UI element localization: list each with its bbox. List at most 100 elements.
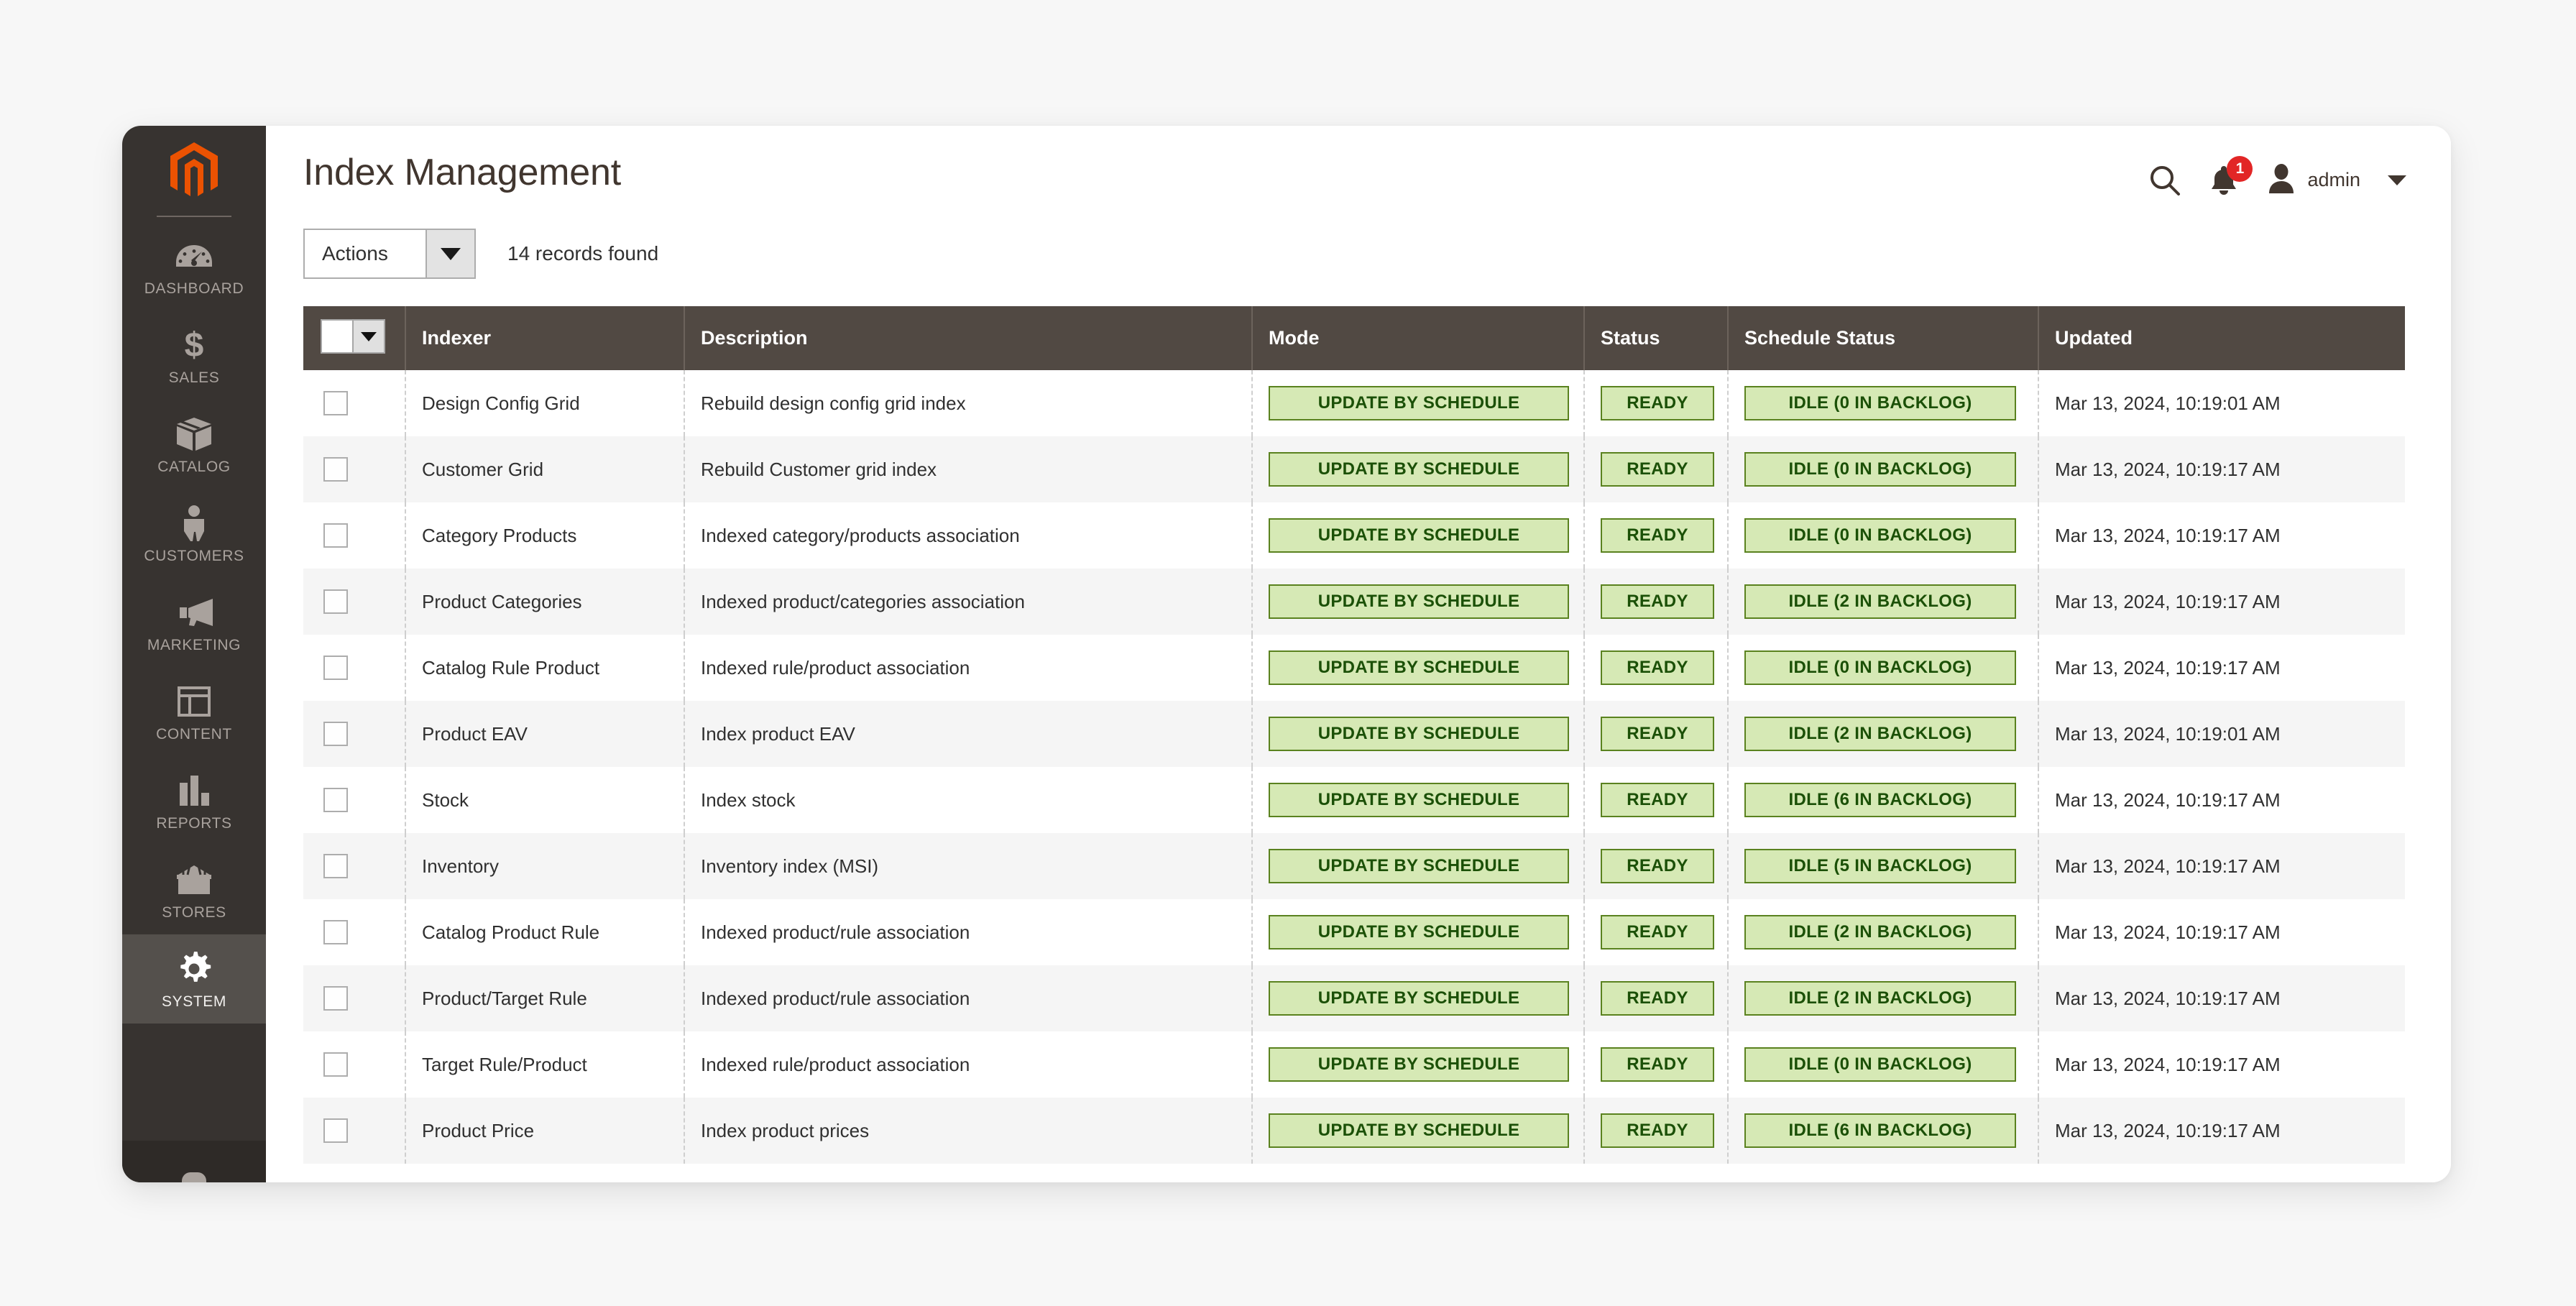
sidebar-item-customers[interactable]: CUSTOMERS bbox=[122, 489, 266, 578]
actions-dropdown[interactable]: Actions bbox=[303, 229, 476, 279]
mode-badge[interactable]: UPDATE BY SCHEDULE bbox=[1269, 717, 1569, 751]
status-badge[interactable]: READY bbox=[1601, 584, 1714, 619]
table-row[interactable]: Inventory Inventory index (MSI) UPDATE BY … bbox=[303, 833, 2405, 899]
mode-badge[interactable]: UPDATE BY SCHEDULE bbox=[1269, 518, 1569, 553]
select-all-group[interactable] bbox=[321, 319, 385, 354]
notification-count-badge: 1 bbox=[2227, 155, 2253, 182]
row-checkbox[interactable] bbox=[323, 1052, 348, 1077]
mode-badge[interactable]: UPDATE BY SCHEDULE bbox=[1269, 452, 1569, 487]
schedule-status-cell: IDLE (6 IN BACKLOG) bbox=[1728, 767, 2039, 833]
search-icon bbox=[2149, 165, 2181, 196]
mode-badge[interactable]: UPDATE BY SCHEDULE bbox=[1269, 1113, 1569, 1148]
row-checkbox[interactable] bbox=[323, 1118, 348, 1143]
column-header-status[interactable]: Status bbox=[1584, 306, 1729, 370]
cell-description: Indexed rule/product association bbox=[684, 635, 1253, 701]
cell-indexer: Product Categories bbox=[405, 569, 685, 635]
schedule-status-badge[interactable]: IDLE (0 IN BACKLOG) bbox=[1744, 1047, 2016, 1082]
records-found-label: 14 records found bbox=[507, 242, 659, 265]
schedule-status-cell: IDLE (0 IN BACKLOG) bbox=[1728, 635, 2039, 701]
status-badge[interactable]: READY bbox=[1601, 452, 1714, 487]
search-button[interactable] bbox=[2149, 165, 2181, 196]
schedule-status-badge[interactable]: IDLE (2 IN BACKLOG) bbox=[1744, 584, 2016, 619]
schedule-status-badge[interactable]: IDLE (0 IN BACKLOG) bbox=[1744, 518, 2016, 553]
mode-badge[interactable]: UPDATE BY SCHEDULE bbox=[1269, 981, 1569, 1016]
sidebar-item-content[interactable]: CONTENT bbox=[122, 667, 266, 756]
schedule-status-badge[interactable]: IDLE (0 IN BACKLOG) bbox=[1744, 650, 2016, 685]
table-row[interactable]: Catalog Rule Product Indexed rule/product… bbox=[303, 635, 2405, 701]
schedule-status-badge[interactable]: IDLE (6 IN BACKLOG) bbox=[1744, 783, 2016, 817]
column-header-schedule-status[interactable]: Schedule Status bbox=[1728, 306, 2039, 370]
sidebar-item-reports[interactable]: REPORTS bbox=[122, 756, 266, 845]
sidebar-item-catalog[interactable]: CATALOG bbox=[122, 400, 266, 489]
schedule-status-badge[interactable]: IDLE (0 IN BACKLOG) bbox=[1744, 386, 2016, 420]
table-row[interactable]: Design Config Grid Rebuild design config … bbox=[303, 370, 2405, 436]
table-row[interactable]: Stock Index stock UPDATE BY SCHEDULE READY I… bbox=[303, 767, 2405, 833]
schedule-status-badge[interactable]: IDLE (0 IN BACKLOG) bbox=[1744, 452, 2016, 487]
table-row[interactable]: Catalog Product Rule Indexed product/rule… bbox=[303, 899, 2405, 965]
sidebar-item-partial[interactable] bbox=[122, 1141, 266, 1182]
table-row[interactable]: Product Price Index product prices UPDATE … bbox=[303, 1098, 2405, 1164]
cell-description: Indexed product/rule association bbox=[684, 965, 1253, 1031]
column-header-updated[interactable]: Updated bbox=[2038, 306, 2405, 370]
status-badge[interactable]: READY bbox=[1601, 386, 1714, 420]
status-badge[interactable]: READY bbox=[1601, 518, 1714, 553]
admin-menu[interactable]: admin bbox=[2267, 163, 2406, 197]
table-row[interactable]: Product Categories Indexed product/catego… bbox=[303, 569, 2405, 635]
status-cell: READY bbox=[1584, 1031, 1729, 1098]
mode-badge[interactable]: UPDATE BY SCHEDULE bbox=[1269, 386, 1569, 420]
cell-description: Indexed product/rule association bbox=[684, 899, 1253, 965]
column-header-description[interactable]: Description bbox=[684, 306, 1253, 370]
sidebar-item-label: MARKETING bbox=[147, 637, 242, 653]
mode-badge[interactable]: UPDATE BY SCHEDULE bbox=[1269, 849, 1569, 883]
mode-badge[interactable]: UPDATE BY SCHEDULE bbox=[1269, 650, 1569, 685]
status-badge[interactable]: READY bbox=[1601, 717, 1714, 751]
row-checkbox[interactable] bbox=[323, 589, 348, 614]
schedule-status-badge[interactable]: IDLE (2 IN BACKLOG) bbox=[1744, 981, 2016, 1016]
status-badge[interactable]: READY bbox=[1601, 783, 1714, 817]
sidebar-item-sales[interactable]: $ SALES bbox=[122, 311, 266, 400]
user-avatar-icon bbox=[2267, 163, 2296, 197]
select-all-dropdown-toggle[interactable] bbox=[352, 321, 384, 352]
row-checkbox[interactable] bbox=[323, 656, 348, 680]
status-badge[interactable]: READY bbox=[1601, 849, 1714, 883]
status-badge[interactable]: READY bbox=[1601, 650, 1714, 685]
status-badge[interactable]: READY bbox=[1601, 981, 1714, 1016]
select-all-checkbox[interactable] bbox=[322, 321, 352, 352]
table-row[interactable]: Product/Target Rule Indexed product/rule … bbox=[303, 965, 2405, 1031]
row-checkbox[interactable] bbox=[323, 457, 348, 482]
magento-logo[interactable] bbox=[122, 126, 266, 216]
schedule-status-badge[interactable]: IDLE (5 IN BACKLOG) bbox=[1744, 849, 2016, 883]
status-badge[interactable]: READY bbox=[1601, 1047, 1714, 1082]
row-checkbox[interactable] bbox=[323, 986, 348, 1011]
sidebar-item-system[interactable]: SYSTEM bbox=[122, 934, 266, 1024]
notifications-button[interactable]: 1 bbox=[2209, 155, 2253, 196]
schedule-status-badge[interactable]: IDLE (2 IN BACKLOG) bbox=[1744, 717, 2016, 751]
column-header-mode[interactable]: Mode bbox=[1252, 306, 1585, 370]
row-checkbox[interactable] bbox=[323, 722, 348, 746]
mode-badge[interactable]: UPDATE BY SCHEDULE bbox=[1269, 915, 1569, 949]
actions-dropdown-toggle[interactable] bbox=[426, 230, 474, 277]
schedule-status-badge[interactable]: IDLE (6 IN BACKLOG) bbox=[1744, 1113, 2016, 1148]
dollar-icon: $ bbox=[175, 326, 213, 364]
status-badge[interactable]: READY bbox=[1601, 915, 1714, 949]
row-checkbox[interactable] bbox=[323, 391, 348, 415]
table-row[interactable]: Customer Grid Rebuild Customer grid index… bbox=[303, 436, 2405, 502]
mode-cell: UPDATE BY SCHEDULE bbox=[1252, 833, 1585, 899]
table-row[interactable]: Target Rule/Product Indexed rule/product … bbox=[303, 1031, 2405, 1098]
schedule-status-cell: IDLE (2 IN BACKLOG) bbox=[1728, 899, 2039, 965]
column-header-indexer[interactable]: Indexer bbox=[405, 306, 685, 370]
mode-badge[interactable]: UPDATE BY SCHEDULE bbox=[1269, 584, 1569, 619]
table-row[interactable]: Category Products Indexed category/produc… bbox=[303, 502, 2405, 569]
row-checkbox[interactable] bbox=[323, 854, 348, 878]
mode-badge[interactable]: UPDATE BY SCHEDULE bbox=[1269, 1047, 1569, 1082]
sidebar-item-dashboard[interactable]: DASHBOARD bbox=[122, 221, 266, 311]
sidebar-item-stores[interactable]: STORES bbox=[122, 845, 266, 934]
row-checkbox[interactable] bbox=[323, 788, 348, 812]
sidebar-item-marketing[interactable]: MARKETING bbox=[122, 578, 266, 667]
schedule-status-badge[interactable]: IDLE (2 IN BACKLOG) bbox=[1744, 915, 2016, 949]
table-row[interactable]: Product EAV Index product EAV UPDATE BY SC… bbox=[303, 701, 2405, 767]
row-checkbox[interactable] bbox=[323, 920, 348, 944]
status-badge[interactable]: READY bbox=[1601, 1113, 1714, 1148]
mode-badge[interactable]: UPDATE BY SCHEDULE bbox=[1269, 783, 1569, 817]
row-checkbox[interactable] bbox=[323, 523, 348, 548]
